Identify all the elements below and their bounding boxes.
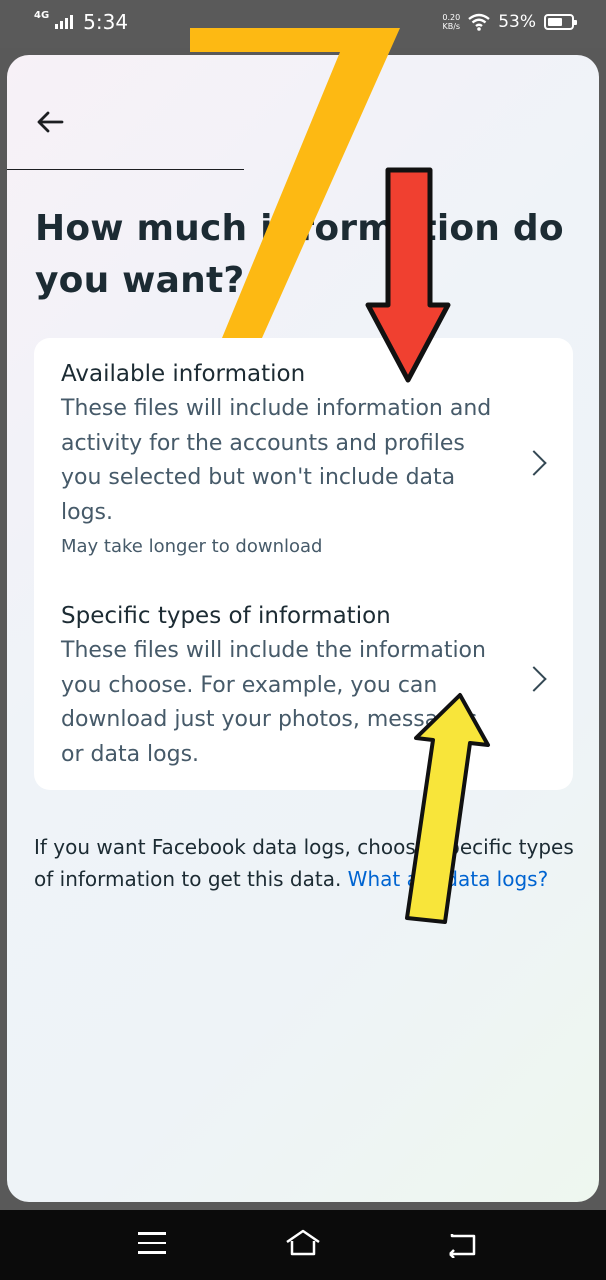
page-title: How much information do you want? [35, 208, 564, 301]
back-button[interactable] [35, 107, 69, 141]
back-icon[interactable] [446, 1230, 478, 1258]
options-card: Available information These files will i… [34, 338, 573, 790]
option-description: These files will include information and… [61, 396, 492, 525]
speed-unit: KB/s [442, 22, 461, 31]
status-bar: 4G 5:34 0.20 KB/s 53% [0, 0, 606, 48]
header-divider [7, 169, 244, 170]
signal-icon [55, 15, 74, 29]
network-type: 4G [34, 10, 50, 21]
option-note: May take longer to download [61, 536, 323, 557]
option-available-information[interactable]: Available information These files will i… [34, 358, 573, 568]
network-speed: 0.20 KB/s [442, 13, 460, 31]
clock: 5:34 [83, 10, 129, 34]
status-right: 0.20 KB/s 53% [442, 12, 577, 32]
option-description: These files will include the information… [61, 638, 486, 767]
chevron-right-icon [521, 666, 547, 692]
option-title: Specific types of information [61, 603, 391, 629]
data-logs-link[interactable]: What are data logs? [348, 867, 549, 891]
option-title: Available information [61, 361, 306, 387]
arrow-left-icon [37, 111, 64, 133]
content-sheet: How much information do you want? Availa… [7, 55, 599, 1202]
option-specific-types[interactable]: Specific types of information These file… [34, 600, 573, 772]
system-nav-bar [0, 1210, 606, 1280]
chevron-right-icon [521, 450, 547, 476]
wifi-icon [468, 13, 490, 31]
home-icon[interactable] [283, 1228, 323, 1258]
speed-value: 0.20 [442, 13, 461, 22]
battery-icon [544, 14, 577, 30]
menu-icon[interactable] [138, 1232, 166, 1256]
battery-percent: 53% [498, 12, 536, 32]
status-left: 4G 5:34 [34, 10, 128, 34]
footer-note: If you want Facebook data logs, choose S… [34, 831, 574, 895]
